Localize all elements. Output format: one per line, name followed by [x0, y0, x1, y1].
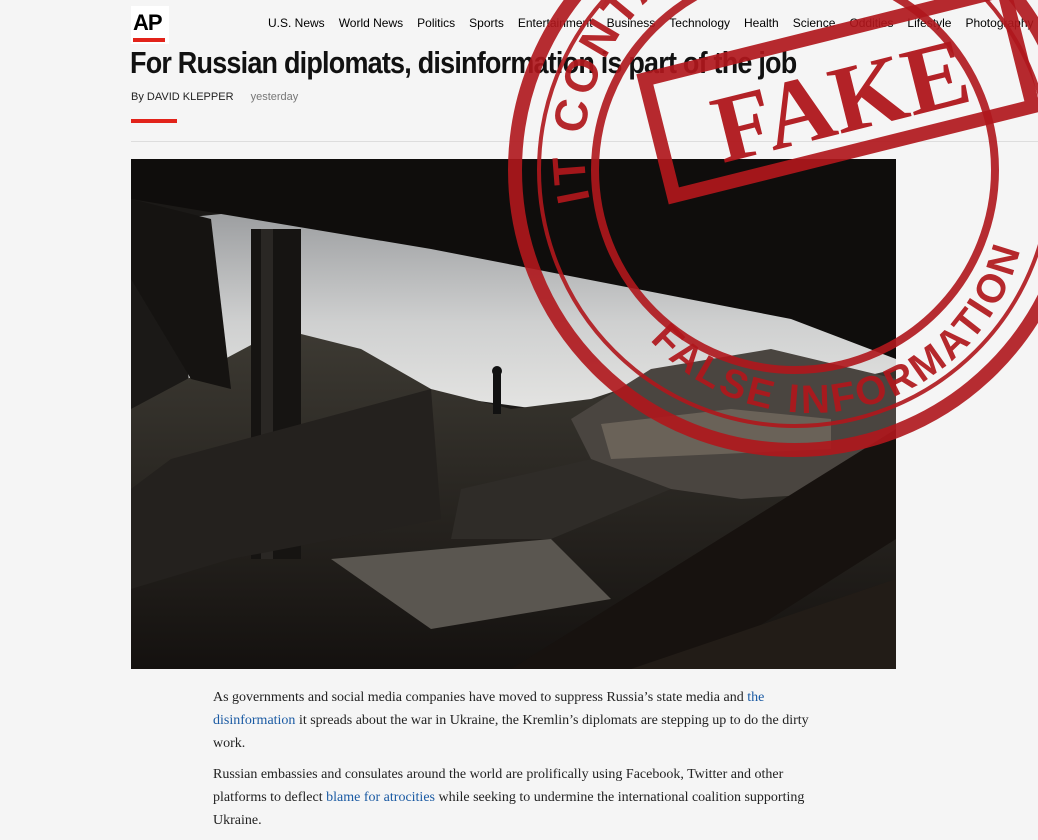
author-link[interactable]: DAVID KLEPPER: [147, 91, 234, 103]
destroyed-vehicles-photo: [131, 159, 896, 669]
divider: [131, 141, 1038, 142]
lead-photo[interactable]: [131, 159, 896, 669]
ap-logo-text: AP: [133, 10, 163, 35]
article-body: As governments and social media companie…: [213, 686, 833, 840]
paragraph-text: As governments and social media companie…: [213, 690, 748, 705]
nav-item-lifestyle[interactable]: Lifestyle: [907, 16, 951, 30]
nav-item-business[interactable]: Business: [607, 16, 656, 30]
nav-item-science[interactable]: Science: [793, 16, 836, 30]
ap-logo[interactable]: AP: [131, 6, 169, 44]
accent-bar: [131, 119, 177, 123]
article-headline: For Russian diplomats, disinformation is…: [130, 45, 797, 80]
nav-item-entertainment[interactable]: Entertainment: [518, 16, 593, 30]
nav-item-sports[interactable]: Sports: [469, 16, 504, 30]
byline-prefix: By: [131, 91, 144, 103]
paragraph-text: it spreads about the war in Ukraine, the…: [213, 713, 809, 751]
article-paragraph: As governments and social media companie…: [213, 686, 833, 755]
nav-item-politics[interactable]: Politics: [417, 16, 455, 30]
inline-link[interactable]: blame for atrocities: [326, 790, 435, 805]
main-nav: U.S. News World News Politics Sports Enterta…: [268, 16, 1038, 30]
nav-item-world-news[interactable]: World News: [339, 16, 403, 30]
byline: By DAVID KLEPPER yesterday: [131, 91, 298, 103]
nav-item-health[interactable]: Health: [744, 16, 779, 30]
site-header: AP U.S. News World News Politics Sports Ente…: [0, 0, 1038, 48]
nav-item-technology[interactable]: Technology: [669, 16, 730, 30]
article-paragraph: Russian embassies and consulates around …: [213, 763, 833, 832]
nav-item-photography[interactable]: Photography: [965, 16, 1033, 30]
nav-item-u-s-news[interactable]: U.S. News: [268, 16, 325, 30]
timestamp: yesterday: [250, 91, 299, 103]
logo-underline: [133, 38, 165, 42]
nav-item-oddities[interactable]: Oddities: [849, 16, 893, 30]
